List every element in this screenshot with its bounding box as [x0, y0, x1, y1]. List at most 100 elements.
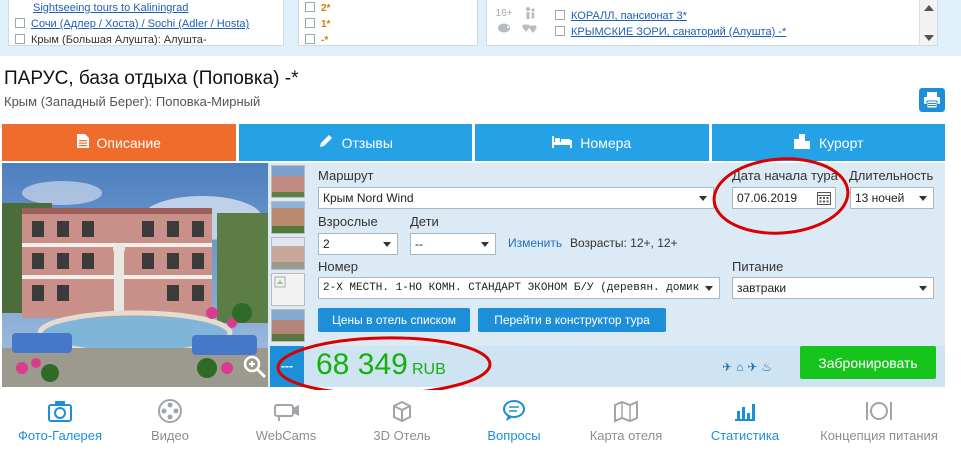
category-filter-list[interactable]: 2* 1* -* [298, 0, 478, 46]
hotel-option[interactable]: КРЫМСКИЕ ЗОРИ, санаторий (Алушта) -* [549, 24, 786, 40]
age-16-icon[interactable]: 16+ [491, 6, 517, 22]
photo-thumbnail[interactable] [271, 273, 305, 306]
hotel-list-scrollbar[interactable] [919, 0, 937, 45]
chevron-down-icon [481, 242, 489, 247]
resort-option-label[interactable]: Сочи (Адлер / Хоста) / Sochi (Adler / Ho… [31, 18, 249, 30]
children-value: -- [415, 237, 423, 251]
photo-thumbnail[interactable] [271, 237, 305, 270]
tour-price: 68 349 [316, 348, 408, 381]
resort-option[interactable]: Крым (Большая Алушта): Алушта- [9, 32, 283, 46]
hotel-filter-list[interactable]: 16+ КОРАЛЛ, пансионат 3* КРЫМСКИЕ ЗОРИ, … [486, 0, 938, 46]
plane-icon: ✈ [747, 360, 762, 374]
printer-icon [924, 92, 940, 109]
photo-thumbnail[interactable] [271, 201, 305, 234]
tour-constructor-button[interactable]: Перейти в конструктор тура [478, 308, 666, 332]
photo-thumbnail[interactable] [271, 165, 305, 198]
room-value: 2-Х МЕСТН. 1-НО КОМН. СТАНДАРТ ЭКОНОМ Б/… [323, 282, 700, 294]
house-icon: ⌂ [736, 360, 748, 374]
tab-label: Курорт [819, 134, 864, 151]
feature-bar: Фото-Галерея Видео WebCams 3D Отель Вопр… [0, 390, 961, 469]
meal-label: Питание [732, 259, 784, 274]
hotel-option[interactable]: КОРАЛЛ, пансионат 3* [549, 8, 786, 24]
hotel-prices-list-button[interactable]: Цены в отель списком [318, 308, 470, 332]
feature-label: Концепция питания [820, 428, 938, 443]
change-ages-link[interactable]: Изменить [508, 236, 562, 250]
zoom-icon[interactable] [242, 354, 268, 380]
tab-reviews[interactable]: Отзывы [238, 124, 472, 161]
date-label: Дата начала тура [732, 168, 838, 183]
pig-icon[interactable] [491, 22, 517, 38]
route-label: Маршрут [318, 168, 374, 183]
hotel-checkbox[interactable] [555, 26, 565, 36]
price-currency: RUB [412, 361, 446, 378]
chevron-down-icon [699, 196, 707, 201]
resort-option[interactable]: Сочи (Адлер / Хоста) / Sochi (Adler / Ho… [9, 16, 283, 32]
book-button[interactable]: Забронировать [800, 346, 936, 379]
map-icon [614, 400, 638, 423]
tab-label: Номера [580, 134, 632, 151]
feature-meal-concept[interactable]: Концепция питания [812, 398, 946, 443]
feature-video[interactable]: Видео [110, 398, 230, 443]
feature-questions[interactable]: Вопросы [454, 398, 574, 443]
children-select[interactable]: -- [410, 233, 496, 255]
chevron-down-icon [705, 286, 713, 291]
feature-label: Вопросы [487, 428, 541, 443]
hotel-option-label[interactable]: КРЫМСКИЕ ЗОРИ, санаторий (Алушта) -* [571, 26, 786, 38]
resort-checkbox[interactable] [15, 18, 25, 28]
calendar-icon[interactable] [817, 191, 831, 205]
feature-statistics[interactable]: Статистика [685, 398, 805, 443]
resort-option[interactable]: Sightseeing tours to Kaliningrad [9, 0, 283, 16]
hotel-page: Sightseeing tours to Kaliningrad Сочи (А… [0, 0, 961, 469]
meal-select[interactable]: завтраки [732, 277, 934, 299]
start-date-input[interactable]: 07.06.2019 [732, 187, 836, 209]
hotel-title: ПАРУС, база отдыха (Поповка) -* [4, 68, 299, 89]
tab-rooms[interactable]: Номера [475, 124, 709, 161]
webcam-icon [274, 404, 299, 421]
duration-select[interactable]: 13 ночей [850, 187, 934, 209]
tab-resort[interactable]: Курорт [711, 124, 945, 161]
feature-3d-hotel[interactable]: 3D Отель [342, 398, 462, 443]
category-option[interactable]: -* [299, 32, 477, 45]
room-select[interactable]: 2-Х МЕСТН. 1-НО КОМН. СТАНДАРТ ЭКОНОМ Б/… [318, 277, 720, 299]
hotel-option[interactable] [549, 0, 786, 8]
tour-constructor-label: Перейти в конструктор тура [494, 313, 650, 327]
room-label: Номер [318, 259, 359, 274]
category-option-label: 2* [321, 3, 331, 14]
scroll-up-icon[interactable] [924, 5, 934, 11]
resort-option-label: Крым (Большая Алушта): Алушта- [31, 34, 207, 46]
scroll-down-icon[interactable] [924, 35, 934, 41]
adults-select[interactable]: 2 [318, 233, 398, 255]
photo-thumbnail[interactable] [271, 309, 305, 342]
child-icon[interactable] [517, 6, 543, 22]
print-button[interactable] [919, 88, 945, 112]
feature-webcams[interactable]: WebCams [226, 398, 346, 443]
hearts-icon[interactable] [517, 22, 543, 38]
category-option-label: 1* [321, 19, 331, 30]
amenity-icons-col [517, 0, 543, 38]
category-option[interactable]: 2* [299, 0, 477, 16]
resort-filter-list[interactable]: Sightseeing tours to Kaliningrad Сочи (А… [8, 0, 284, 46]
children-label: Дети [410, 214, 439, 229]
chevron-down-icon [383, 242, 391, 247]
hotel-main-photo[interactable] [2, 163, 268, 387]
tour-form: Маршрут Крым Nord Wind Дата начала тура … [312, 163, 945, 346]
hotel-option-label[interactable]: КОРАЛЛ, пансионат 3* [571, 10, 687, 22]
hotel-tabs: Описание Отзывы Номера Курорт [2, 124, 945, 161]
resort-checkbox[interactable] [15, 34, 25, 44]
hotel-photo-illustration [2, 163, 268, 387]
resort-option-label[interactable]: Sightseeing tours to Kaliningrad [33, 2, 188, 14]
price-strip: --- 68 349 RUB ✈⌂✈♨ Забронировать [270, 346, 945, 387]
category-checkbox[interactable] [305, 2, 315, 12]
price-side-tab[interactable]: --- [270, 346, 304, 387]
category-checkbox[interactable] [305, 34, 315, 44]
duration-label: Длительность [849, 168, 934, 183]
adults-value: 2 [323, 237, 330, 251]
category-checkbox[interactable] [305, 18, 315, 28]
feature-photo-gallery[interactable]: Фото-Галерея [0, 398, 120, 443]
tab-description[interactable]: Описание [2, 124, 236, 161]
feature-hotel-map[interactable]: Карта отеля [566, 398, 686, 443]
category-option[interactable]: 1* [299, 16, 477, 32]
route-select[interactable]: Крым Nord Wind [318, 187, 714, 209]
document-icon [76, 134, 89, 151]
hotel-checkbox[interactable] [555, 10, 565, 20]
